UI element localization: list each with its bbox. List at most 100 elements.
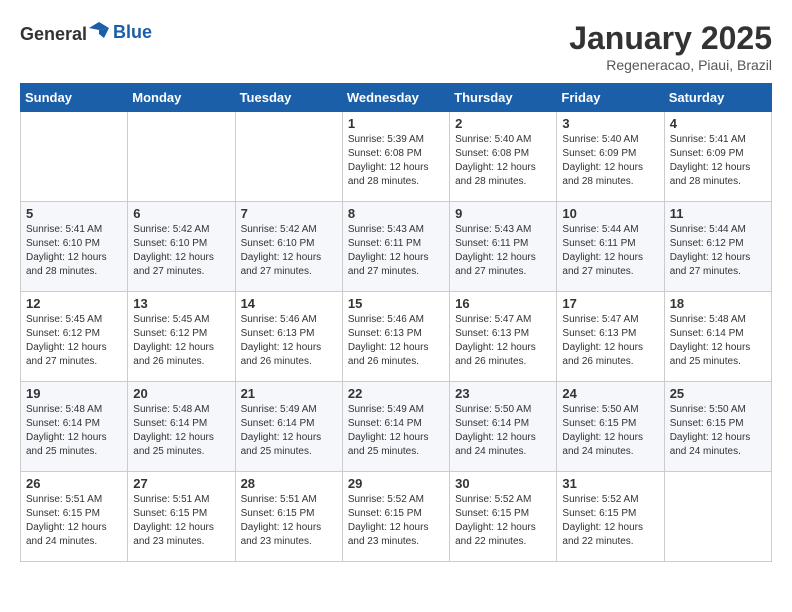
day-number: 20 [133,386,229,401]
col-saturday: Saturday [664,84,771,112]
table-row: 16 Sunrise: 5:47 AM Sunset: 6:13 PM Dayli… [450,292,557,382]
day-info: Sunrise: 5:40 AM Sunset: 6:09 PM Dayligh… [562,133,658,189]
table-row: 18 Sunrise: 5:48 AM Sunset: 6:14 PM Dayli… [664,292,771,382]
location-subtitle: Regeneracao, Piaui, Brazil [569,57,772,73]
logo: General Blue [20,20,152,45]
col-friday: Friday [557,84,664,112]
day-number: 11 [670,206,766,221]
table-row: 4 Sunrise: 5:41 AM Sunset: 6:09 PM Daylig… [664,112,771,202]
title-block: January 2025 Regeneracao, Piaui, Brazil [569,20,772,73]
day-number: 30 [455,476,551,491]
table-row: 3 Sunrise: 5:40 AM Sunset: 6:09 PM Daylig… [557,112,664,202]
table-row: 22 Sunrise: 5:49 AM Sunset: 6:14 PM Dayli… [342,382,449,472]
table-row: 13 Sunrise: 5:45 AM Sunset: 6:12 PM Dayli… [128,292,235,382]
table-row: 5 Sunrise: 5:41 AM Sunset: 6:10 PM Daylig… [21,202,128,292]
day-number: 1 [348,116,444,131]
day-number: 16 [455,296,551,311]
day-info: Sunrise: 5:44 AM Sunset: 6:11 PM Dayligh… [562,223,658,279]
day-number: 3 [562,116,658,131]
day-info: Sunrise: 5:50 AM Sunset: 6:15 PM Dayligh… [670,403,766,459]
day-number: 31 [562,476,658,491]
day-info: Sunrise: 5:50 AM Sunset: 6:14 PM Dayligh… [455,403,551,459]
table-row: 20 Sunrise: 5:48 AM Sunset: 6:14 PM Dayli… [128,382,235,472]
day-number: 4 [670,116,766,131]
table-row: 8Sunrise: 5:43 AM Sunset: 6:11 PM Daylig… [342,202,449,292]
day-info: Sunrise: 5:51 AM Sunset: 6:15 PM Dayligh… [26,493,122,549]
day-number: 23 [455,386,551,401]
day-info: Sunrise: 5:48 AM Sunset: 6:14 PM Dayligh… [670,313,766,369]
day-info: Sunrise: 5:51 AM Sunset: 6:15 PM Dayligh… [241,493,337,549]
calendar-week-row: 5 Sunrise: 5:41 AM Sunset: 6:10 PM Daylig… [21,202,772,292]
month-year-title: January 2025 [569,20,772,57]
table-row: 31Sunrise: 5:52 AM Sunset: 6:15 PM Dayli… [557,472,664,562]
day-info: Sunrise: 5:41 AM Sunset: 6:09 PM Dayligh… [670,133,766,189]
col-tuesday: Tuesday [235,84,342,112]
day-info: Sunrise: 5:49 AM Sunset: 6:14 PM Dayligh… [348,403,444,459]
day-number: 18 [670,296,766,311]
table-row: 30 Sunrise: 5:52 AM Sunset: 6:15 PM Dayli… [450,472,557,562]
col-monday: Monday [128,84,235,112]
logo-general: General [20,24,87,44]
table-row: 23 Sunrise: 5:50 AM Sunset: 6:14 PM Dayli… [450,382,557,472]
day-number: 25 [670,386,766,401]
day-info: Sunrise: 5:39 AM Sunset: 6:08 PM Dayligh… [348,133,444,189]
day-number: 6 [133,206,229,221]
table-row: 1 Sunrise: 5:39 AM Sunset: 6:08 PM Daylig… [342,112,449,202]
table-row: 9 Sunrise: 5:43 AM Sunset: 6:11 PM Daylig… [450,202,557,292]
day-info: Sunrise: 5:48 AM Sunset: 6:14 PM Dayligh… [26,403,122,459]
table-row [128,112,235,202]
table-row [235,112,342,202]
day-number: 12 [26,296,122,311]
day-info: Sunrise: 5:52 AM Sunset: 6:15 PM Dayligh… [455,493,551,549]
calendar-week-row: 19 Sunrise: 5:48 AM Sunset: 6:14 PM Dayli… [21,382,772,472]
calendar-header-row: Sunday Monday Tuesday Wednesday Thursday… [21,84,772,112]
col-thursday: Thursday [450,84,557,112]
table-row: 12Sunrise: 5:45 AM Sunset: 6:12 PM Dayli… [21,292,128,382]
table-row [664,472,771,562]
day-info: Sunrise: 5:47 AM Sunset: 6:13 PM Dayligh… [562,313,658,369]
page-header: General Blue January 2025 Regeneracao, P… [20,20,772,73]
day-info: Sunrise: 5:47 AM Sunset: 6:13 PM Dayligh… [455,313,551,369]
day-info: Sunrise: 5:42 AM Sunset: 6:10 PM Dayligh… [241,223,337,279]
logo-blue: Blue [113,22,152,42]
calendar-table: Sunday Monday Tuesday Wednesday Thursday… [20,83,772,562]
logo-bird-icon [89,20,109,40]
day-number: 22 [348,386,444,401]
calendar-week-row: 1 Sunrise: 5:39 AM Sunset: 6:08 PM Daylig… [21,112,772,202]
table-row [21,112,128,202]
day-number: 19 [26,386,122,401]
day-number: 28 [241,476,337,491]
day-number: 17 [562,296,658,311]
day-number: 5 [26,206,122,221]
table-row: 28 Sunrise: 5:51 AM Sunset: 6:15 PM Dayli… [235,472,342,562]
day-number: 10 [562,206,658,221]
day-info: Sunrise: 5:45 AM Sunset: 6:12 PM Dayligh… [133,313,229,369]
table-row: 10 Sunrise: 5:44 AM Sunset: 6:11 PM Dayli… [557,202,664,292]
table-row: 7 Sunrise: 5:42 AM Sunset: 6:10 PM Daylig… [235,202,342,292]
day-number: 24 [562,386,658,401]
table-row: 6Sunrise: 5:42 AM Sunset: 6:10 PM Daylig… [128,202,235,292]
day-number: 27 [133,476,229,491]
table-row: 14Sunrise: 5:46 AM Sunset: 6:13 PM Dayli… [235,292,342,382]
table-row: 29Sunrise: 5:52 AM Sunset: 6:15 PM Dayli… [342,472,449,562]
table-row: 11Sunrise: 5:44 AM Sunset: 6:12 PM Dayli… [664,202,771,292]
calendar-week-row: 12 Sunrise: 5:45 AM Sunset: 6:12 PM Dayli… [21,292,772,382]
day-info: Sunrise: 5:49 AM Sunset: 6:14 PM Dayligh… [241,403,337,459]
table-row: 21 Sunrise: 5:49 AM Sunset: 6:14 PM Dayli… [235,382,342,472]
day-info: Sunrise: 5:43 AM Sunset: 6:11 PM Dayligh… [455,223,551,279]
day-number: 21 [241,386,337,401]
table-row: 24Sunrise: 5:50 AM Sunset: 6:15 PM Dayli… [557,382,664,472]
table-row: 27 Sunrise: 5:51 AM Sunset: 6:15 PM Dayli… [128,472,235,562]
col-wednesday: Wednesday [342,84,449,112]
table-row: 15Sunrise: 5:46 AM Sunset: 6:13 PM Dayli… [342,292,449,382]
day-number: 7 [241,206,337,221]
day-info: Sunrise: 5:41 AM Sunset: 6:10 PM Dayligh… [26,223,122,279]
table-row: 17 Sunrise: 5:47 AM Sunset: 6:13 PM Dayli… [557,292,664,382]
calendar-week-row: 26Sunrise: 5:51 AM Sunset: 6:15 PM Dayli… [21,472,772,562]
day-info: Sunrise: 5:51 AM Sunset: 6:15 PM Dayligh… [133,493,229,549]
day-info: Sunrise: 5:52 AM Sunset: 6:15 PM Dayligh… [348,493,444,549]
day-info: Sunrise: 5:40 AM Sunset: 6:08 PM Dayligh… [455,133,551,189]
day-info: Sunrise: 5:48 AM Sunset: 6:14 PM Dayligh… [133,403,229,459]
day-number: 13 [133,296,229,311]
day-number: 9 [455,206,551,221]
